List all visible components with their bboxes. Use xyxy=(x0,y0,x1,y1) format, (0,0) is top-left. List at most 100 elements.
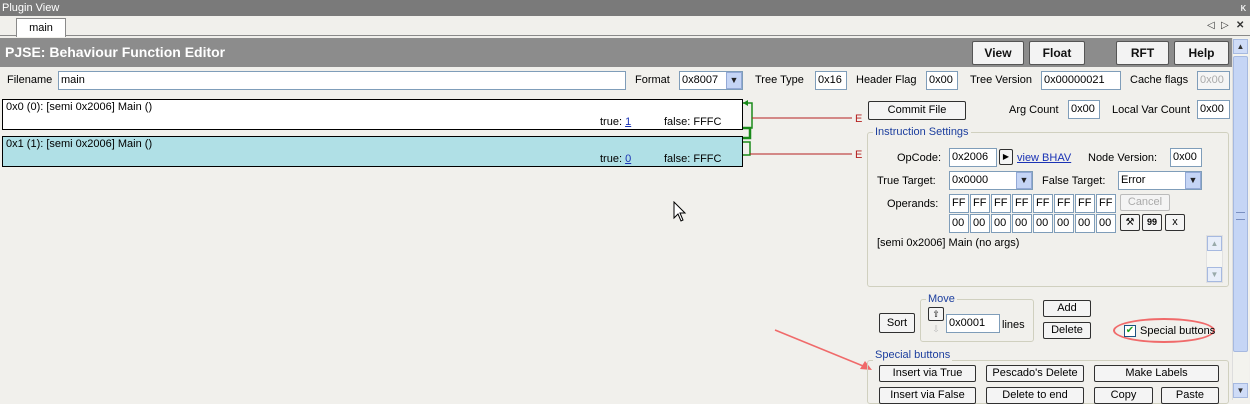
tree-version-input[interactable]: 0x00000021 xyxy=(1041,71,1121,90)
node-version-label: Node Version: xyxy=(1088,152,1158,164)
close-icon[interactable]: ✕ xyxy=(1236,19,1244,33)
instruction-row-0[interactable]: 0x0 (0): [semi 0x2006] Main () true: 1 f… xyxy=(2,99,743,130)
lines-label: lines xyxy=(1002,319,1025,331)
tree-type-label: Tree Type xyxy=(755,74,804,86)
format-label: Format xyxy=(635,74,670,86)
delete-button[interactable]: Delete xyxy=(1043,322,1091,339)
operand-field[interactable]: FF xyxy=(1096,194,1116,213)
add-button[interactable]: Add xyxy=(1043,300,1091,317)
operand-field[interactable]: 00 xyxy=(1033,214,1053,233)
view-button[interactable]: View xyxy=(972,41,1024,65)
scrollbar-grip-icon xyxy=(1236,212,1245,220)
window-title: Plugin View xyxy=(2,2,60,14)
tools-icon[interactable]: ⚒ xyxy=(1120,214,1140,231)
tab-main[interactable]: main xyxy=(16,18,66,37)
chevron-down-icon[interactable]: ▼ xyxy=(1185,172,1201,189)
instruction-settings-title: Instruction Settings xyxy=(873,126,971,138)
quote-button[interactable]: 99 xyxy=(1142,214,1162,231)
move-lines-input[interactable]: 0x0001 xyxy=(946,314,1000,333)
operand-field[interactable]: 00 xyxy=(1096,214,1116,233)
instruction-text: 0x1 (1): [semi 0x2006] Main () xyxy=(6,138,153,150)
chevron-down-icon[interactable]: ▼ xyxy=(1016,172,1032,189)
operand-field[interactable]: FF xyxy=(970,194,990,213)
operand-field[interactable]: FF xyxy=(1054,194,1074,213)
operand-field[interactable]: 00 xyxy=(970,214,990,233)
scroll-down-icon[interactable]: ▼ xyxy=(1207,267,1222,282)
false-target: false: FFFC xyxy=(664,153,722,165)
opcode-label: OpCode: xyxy=(897,152,942,164)
float-button[interactable]: Float xyxy=(1029,41,1085,65)
true-target-value: 0x0000 xyxy=(952,174,989,186)
tab-scroll-right-icon[interactable]: ▷ xyxy=(1221,19,1229,33)
local-var-count-input[interactable]: 0x00 xyxy=(1197,100,1230,119)
format-value: 0x8007 xyxy=(682,74,719,86)
delete-to-end-button[interactable]: Delete to end xyxy=(986,387,1084,404)
move-title: Move xyxy=(926,293,957,305)
scroll-up-icon[interactable]: ▲ xyxy=(1207,236,1222,251)
cancel-button[interactable]: Cancel xyxy=(1120,194,1170,211)
operand-field[interactable]: 00 xyxy=(949,214,969,233)
false-target-label: False Target: xyxy=(1042,175,1106,187)
special-buttons-checkbox-label: Special buttons xyxy=(1140,325,1216,337)
true-target-link[interactable]: 1 xyxy=(625,116,631,128)
scroll-down-icon[interactable]: ▼ xyxy=(1233,383,1248,398)
special-buttons-checkbox[interactable]: ✔ xyxy=(1124,325,1136,337)
tree-type-input[interactable]: 0x16 xyxy=(815,71,847,90)
scrollbar-thumb[interactable] xyxy=(1233,56,1248,352)
insert-via-false-button[interactable]: Insert via False xyxy=(879,387,976,404)
operand-field[interactable]: 00 xyxy=(1075,214,1095,233)
view-bhav-link[interactable]: view BHAV xyxy=(1017,151,1071,165)
tab-scroll-left-icon[interactable]: ◁ xyxy=(1207,19,1215,33)
operand-field[interactable]: FF xyxy=(949,194,969,213)
commit-file-button[interactable]: Commit File xyxy=(868,101,966,120)
true-target-link[interactable]: 0 xyxy=(625,153,631,165)
operand-field[interactable]: 00 xyxy=(991,214,1011,233)
flow-connectors xyxy=(743,100,852,156)
annotation-arrow xyxy=(774,329,872,370)
true-label: true: xyxy=(600,116,623,128)
operand-field[interactable]: FF xyxy=(1033,194,1053,213)
operands-label: Operands: xyxy=(887,198,939,210)
arg-count-input[interactable]: 0x00 xyxy=(1068,100,1100,119)
scroll-up-icon[interactable]: ▲ xyxy=(1233,39,1248,54)
insert-via-true-button[interactable]: Insert via True xyxy=(879,365,976,382)
make-labels-button[interactable]: Make Labels xyxy=(1094,365,1219,382)
copy-button[interactable]: Copy xyxy=(1094,387,1153,404)
sort-button[interactable]: Sort xyxy=(879,313,915,333)
clear-operands-button[interactable]: x xyxy=(1165,214,1185,231)
move-down-icon[interactable]: ⇩ xyxy=(928,323,944,337)
rft-button[interactable]: RFT xyxy=(1116,41,1169,65)
instruction-row-1[interactable]: 0x1 (1): [semi 0x2006] Main () true: 0 f… xyxy=(2,136,743,167)
filename-input[interactable]: main xyxy=(58,71,626,90)
false-target-value: Error xyxy=(1121,174,1146,186)
end-marker: E xyxy=(855,113,863,125)
operand-field[interactable]: 00 xyxy=(1054,214,1074,233)
cache-flags-input[interactable]: 0x00 xyxy=(1197,71,1230,90)
end-marker: E xyxy=(855,149,863,161)
local-var-count-label: Local Var Count xyxy=(1112,104,1191,116)
mouse-cursor-icon xyxy=(673,201,687,222)
opcode-input[interactable]: 0x2006 xyxy=(949,148,997,167)
true-target-label: True Target: xyxy=(877,175,936,187)
node-version-input[interactable]: 0x00 xyxy=(1170,148,1202,167)
help-button[interactable]: Help xyxy=(1174,41,1229,65)
editor-title: PJSE: Behaviour Function Editor xyxy=(5,44,226,60)
operand-field[interactable]: FF xyxy=(1075,194,1095,213)
filename-label: Filename xyxy=(7,74,53,86)
tree-version-label: Tree Version xyxy=(970,74,1032,86)
header-flag-label: Header Flag xyxy=(856,74,917,86)
operand-field[interactable]: FF xyxy=(991,194,1011,213)
play-icon[interactable]: ▶ xyxy=(999,149,1013,165)
pin-icon[interactable]: ᴋ xyxy=(1241,0,1247,16)
move-up-icon[interactable]: ⇧ xyxy=(928,307,944,321)
operand-field[interactable]: 00 xyxy=(1012,214,1032,233)
tab-strip xyxy=(0,16,1250,36)
true-target: true: 1 xyxy=(600,116,631,129)
operand-field[interactable]: FF xyxy=(1012,194,1032,213)
pescados-delete-button[interactable]: Pescado's Delete xyxy=(986,365,1084,382)
header-flag-input[interactable]: 0x00 xyxy=(926,71,958,90)
paste-button[interactable]: Paste xyxy=(1161,387,1219,404)
chevron-down-icon[interactable]: ▼ xyxy=(726,72,742,89)
special-buttons-title: Special buttons xyxy=(873,349,953,361)
true-label: true: xyxy=(600,153,623,165)
